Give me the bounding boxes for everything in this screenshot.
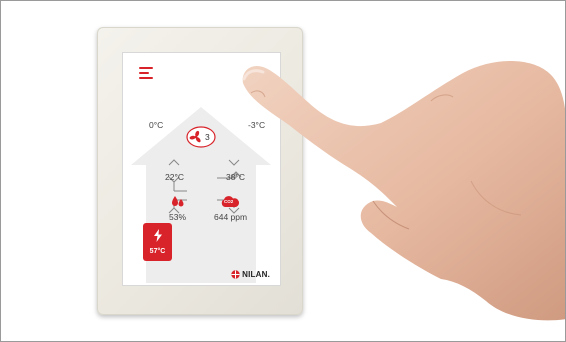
pointing-hand — [242, 61, 565, 321]
photo-frame: 0°C -3°C 3 22°C 38°C 53% CO2 644 ppm 57°… — [0, 0, 566, 342]
